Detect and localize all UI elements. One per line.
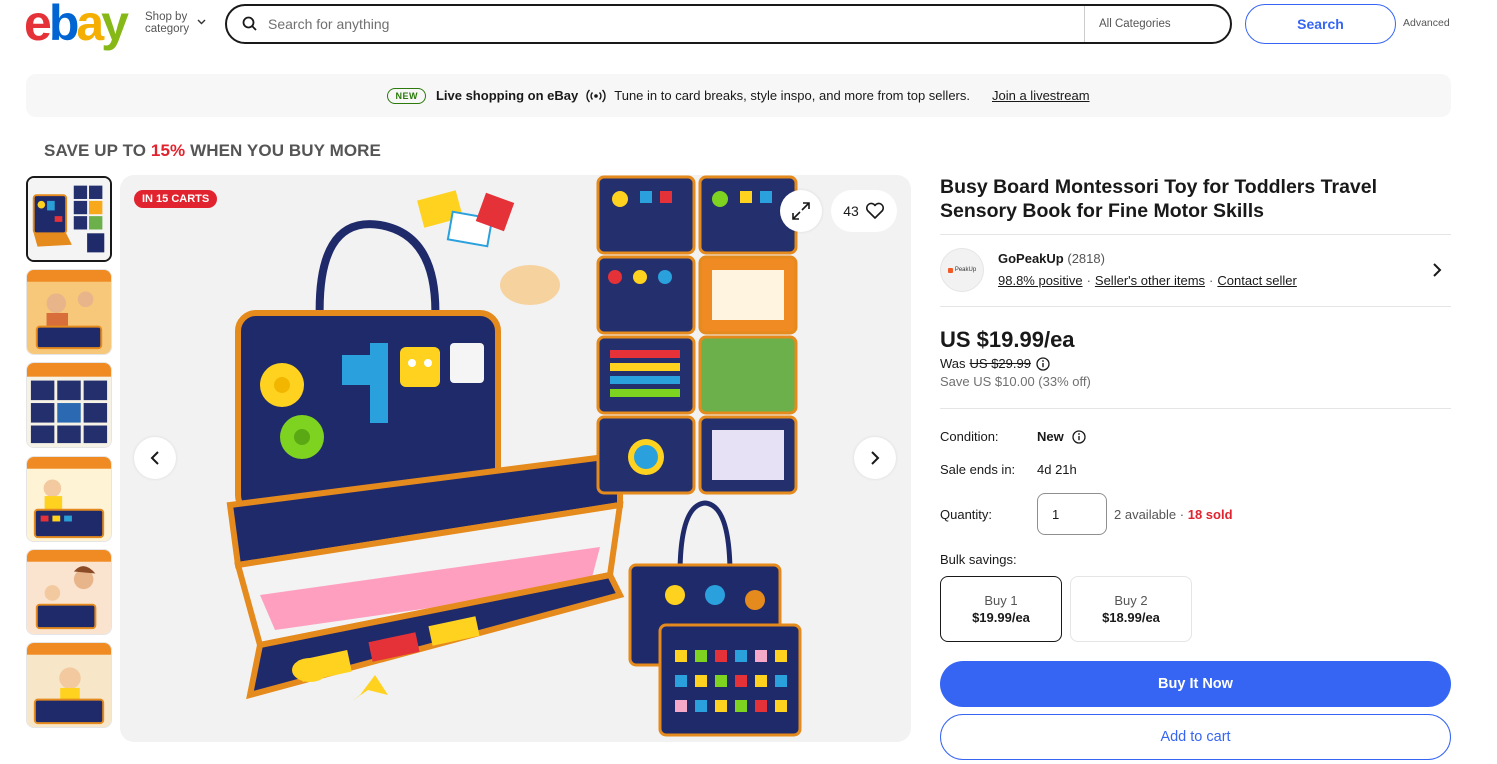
heart-icon: [865, 202, 884, 219]
was-label: Was: [940, 356, 966, 371]
product-title: Busy Board Montessori Toy for Toddlers T…: [940, 176, 1378, 222]
seller-other-items-link[interactable]: Seller's other items: [1095, 273, 1205, 288]
availability: 2 available · 18 sold: [1114, 507, 1233, 522]
shop-by-line2: category: [145, 23, 190, 35]
condition-value: New: [1037, 429, 1064, 444]
search-bar: All Categories: [225, 4, 1232, 44]
gallery-thumbnail[interactable]: [26, 549, 112, 635]
thumbnail-image: [27, 457, 111, 541]
info-icon[interactable]: [1072, 429, 1086, 444]
bulk-option-label: Buy 1: [984, 593, 1018, 608]
advanced-search-link[interactable]: Advanced: [1403, 17, 1450, 29]
bulk-option-buy-1[interactable]: Buy 1 $19.99/ea: [940, 576, 1062, 642]
thumbnail-image: [27, 363, 111, 447]
gallery-thumbnail[interactable]: [26, 456, 112, 542]
seller-links: 98.8% positive · Seller's other items · Cont…: [998, 273, 1297, 288]
positive-feedback-link[interactable]: 98.8% positive: [998, 273, 1083, 288]
promo-suffix: WHEN YOU BUY MORE: [185, 141, 381, 160]
search-input[interactable]: [268, 9, 1084, 39]
divider: [940, 234, 1451, 235]
condition-label: Condition:: [940, 429, 999, 444]
promo-percent: 15%: [150, 141, 186, 160]
search-button[interactable]: Search: [1245, 4, 1396, 44]
category-select[interactable]: All Categories: [1084, 6, 1230, 42]
thumbnail-image: [27, 550, 111, 634]
gallery-thumbnail[interactable]: [26, 269, 112, 355]
info-icon[interactable]: [1036, 356, 1050, 371]
chevron-down-icon: [197, 19, 206, 25]
quantity-input[interactable]: 1: [1037, 493, 1107, 535]
expand-icon: [792, 202, 810, 220]
sale-ends-value: 4d 21h: [1037, 462, 1077, 477]
bulk-option-label: Buy 2: [1114, 593, 1148, 608]
next-image-button[interactable]: [854, 437, 896, 479]
chevron-left-icon: [150, 451, 159, 465]
bulk-option-buy-2[interactable]: Buy 2 $18.99/ea: [1070, 576, 1192, 642]
product-photo: [226, 175, 802, 737]
banner-headline: Live shopping on eBay: [435, 88, 579, 103]
seller-avatar[interactable]: PeakUp: [940, 248, 984, 292]
gallery-thumbnail[interactable]: [26, 362, 112, 448]
seller-avatar-text: PeakUp: [954, 267, 977, 273]
bulk-option-price: $19.99/ea: [972, 610, 1030, 625]
logo-letter-e: e: [24, 0, 52, 51]
expand-image-button[interactable]: [780, 190, 822, 232]
join-livestream-link[interactable]: Join a livestream: [992, 88, 1090, 103]
condition-value-row: New: [1037, 429, 1086, 444]
live-shopping-banner: NEW Live shopping on eBay Tune in to car…: [26, 74, 1451, 117]
shop-by-category-button[interactable]: Shop by category: [145, 11, 206, 35]
ebay-logo[interactable]: ebay: [24, 0, 129, 48]
live-broadcast-icon: [586, 89, 606, 102]
price: US $19.99/ea: [940, 327, 1075, 352]
logo-letter-b: b: [48, 0, 79, 51]
sale-ends-label: Sale ends in:: [940, 462, 1016, 477]
gallery-thumbnail[interactable]: [26, 176, 112, 262]
thumbnail-image: [27, 270, 111, 354]
seller-name[interactable]: GoPeakUp: [998, 251, 1064, 266]
bulk-option-price: $18.99/ea: [1102, 610, 1160, 625]
savings-text: Save US $10.00 (33% off): [940, 374, 1091, 389]
logo-letter-y: y: [101, 0, 129, 51]
sold-count: 18 sold: [1187, 507, 1233, 522]
banner-tagline: Tune in to card breaks, style inspo, and…: [614, 88, 970, 103]
watch-button[interactable]: 43: [831, 190, 897, 232]
seller-name-row: GoPeakUp (2818): [998, 251, 1105, 266]
add-to-cart-button[interactable]: Add to cart: [940, 714, 1451, 760]
available-count: 2 available: [1114, 507, 1177, 522]
quantity-label: Quantity:: [940, 507, 993, 522]
chevron-right-icon: [871, 451, 880, 465]
previous-image-button[interactable]: [134, 437, 176, 479]
main-product-image[interactable]: IN 15 CARTS 43: [120, 175, 911, 742]
was-price-row: Was US $29.99: [940, 356, 1050, 371]
thumbnail-image: [28, 178, 110, 260]
divider: [940, 306, 1451, 307]
was-price: US $29.99: [969, 356, 1031, 371]
watch-count: 43: [843, 203, 859, 219]
bulk-savings-label: Bulk savings:: [940, 552, 1017, 567]
shop-by-line1: Shop by: [145, 11, 188, 23]
divider: [940, 408, 1451, 409]
promo-prefix: SAVE UP TO: [44, 141, 151, 160]
thumbnail-image: [27, 643, 111, 727]
contact-seller-link[interactable]: Contact seller: [1217, 273, 1296, 288]
buy-it-now-button[interactable]: Buy It Now: [940, 661, 1451, 707]
bulk-promo-heading: SAVE UP TO 15% WHEN YOU BUY MORE: [44, 141, 381, 161]
new-badge: NEW: [387, 87, 426, 104]
chevron-right-icon[interactable]: [1431, 262, 1443, 278]
logo-letter-a: a: [76, 0, 104, 51]
in-carts-badge: IN 15 CARTS: [134, 190, 218, 208]
search-icon: [242, 16, 257, 31]
seller-feedback-count: (2818): [1067, 251, 1105, 266]
gallery-thumbnail[interactable]: [26, 642, 112, 728]
